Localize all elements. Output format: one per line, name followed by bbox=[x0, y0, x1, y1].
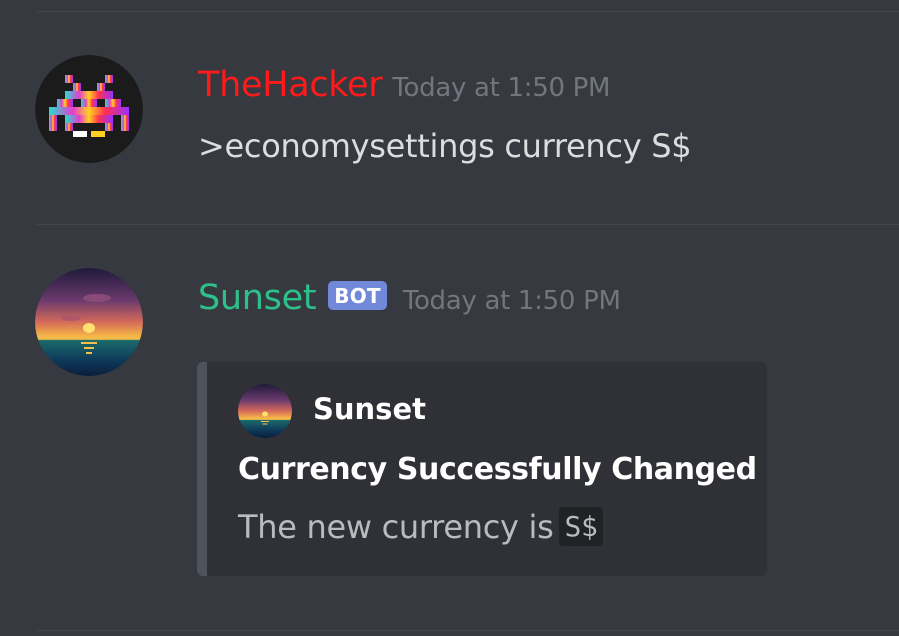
message-header: TheHacker Today at 1:50 PM bbox=[198, 65, 610, 105]
embed-description: The new currency is S$ bbox=[238, 507, 603, 546]
message-header: Sunset BOT Today at 1:50 PM bbox=[198, 278, 621, 318]
bot-badge: BOT bbox=[328, 281, 387, 310]
message-divider bbox=[36, 224, 899, 225]
avatar[interactable] bbox=[35, 55, 143, 163]
message-divider-top bbox=[36, 11, 899, 12]
embed-color-bar bbox=[197, 362, 207, 576]
embed-title: Currency Successfully Changed bbox=[238, 452, 757, 487]
sunset-avatar-icon bbox=[238, 384, 292, 438]
username[interactable]: Sunset bbox=[198, 278, 317, 318]
space-invader-icon bbox=[35, 55, 143, 163]
username[interactable]: TheHacker bbox=[198, 65, 383, 105]
embed-author-name: Sunset bbox=[313, 392, 426, 426]
message-divider-bottom bbox=[36, 630, 899, 631]
timestamp: Today at 1:50 PM bbox=[392, 73, 611, 103]
sunset-avatar-icon bbox=[35, 268, 143, 376]
embed-author-avatar bbox=[238, 384, 292, 438]
message-content: >economysettings currency S$ bbox=[198, 127, 692, 165]
avatar[interactable] bbox=[35, 268, 143, 376]
embed-description-text: The new currency is bbox=[238, 508, 554, 546]
timestamp: Today at 1:50 PM bbox=[402, 286, 621, 316]
inline-code: S$ bbox=[559, 507, 603, 546]
embed: Sunset Currency Successfully Changed The… bbox=[197, 362, 767, 576]
